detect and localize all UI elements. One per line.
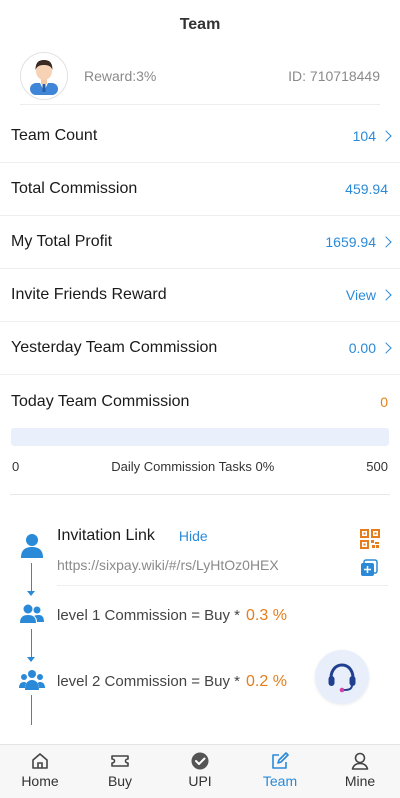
flow-line [31,563,32,591]
progress-labels: 0 Daily Commission Tasks 0% 500 [11,446,389,486]
invite-friends-reward-row[interactable]: Invite Friends Reward View [0,269,400,322]
page-title: Team [179,16,221,33]
tab-home[interactable]: Home [0,745,80,798]
invitation-section: Invitation Link Hide https://sixpay.wiki… [0,527,400,737]
row-label: Invite Friends Reward [11,286,167,303]
tab-mine[interactable]: Mine [320,745,400,798]
flow-arrow [27,657,35,662]
bottom-tab-bar: Home Buy UPI Team Mine [0,744,400,798]
level-2-commission: level 2 Commission = Buy * 0.2 % [57,673,287,691]
stats-list: Team Count 104 Total Commission 459.94 M… [0,110,400,428]
flow-line [31,629,32,657]
my-total-profit-row[interactable]: My Total Profit 1659.94 [0,216,400,269]
chevron-right-icon [380,130,392,142]
user-icon [20,533,44,564]
daily-task-progress: 0 Daily Commission Tasks 0% 500 [11,428,389,486]
flow-line [31,695,32,725]
profile-section: Reward:3% ID: 710718449 [20,50,380,105]
row-value: 0 [380,394,388,410]
progress-label: Daily Commission Tasks 0% [111,458,275,474]
progress-max: 500 [366,458,388,474]
row-label: Team Count [11,127,98,144]
avatar [20,52,68,100]
view-link[interactable]: View [346,287,376,303]
hide-button[interactable]: Hide [179,528,208,544]
total-profit-value: 1659.94 [325,234,376,250]
row-label: Yesterday Team Commission [11,339,218,356]
chevron-right-icon [380,289,392,301]
home-icon [30,751,50,771]
row-value: 459.94 [345,181,388,197]
tab-label: Team [262,773,298,789]
yesterday-team-commission-row[interactable]: Yesterday Team Commission 0.00 [0,322,400,375]
copy-link-icon[interactable] [360,559,378,582]
divider [57,585,388,586]
customer-support-button[interactable] [315,650,369,704]
row-label: My Total Profit [11,233,113,250]
level-2-text: level 2 Commission = Buy * [57,673,240,690]
row-value: 104 [352,128,392,144]
upi-check-icon [190,751,210,771]
invitation-header: Invitation Link Hide [57,527,208,545]
total-commission-value: 459.94 [345,181,388,197]
progress-bar [11,428,389,446]
tab-buy[interactable]: Buy [80,745,160,798]
row-value: View [346,287,392,303]
reward-rate: Reward:3% [84,68,157,84]
today-team-commission-row: Today Team Commission 0 [0,375,400,428]
team-count-value: 104 [352,128,376,144]
tab-label: Buy [107,773,133,789]
today-commission-value: 0 [380,393,388,410]
person-icon [350,751,370,771]
invitation-link[interactable]: https://sixpay.wiki/#/rs/LyHtOz0HEX [57,557,279,573]
row-value: 1659.94 [325,234,392,250]
group-icon [19,603,45,630]
chevron-right-icon [380,236,392,248]
level-2-percent: 0.2 % [246,673,287,690]
row-value: 0.00 [348,340,392,356]
tab-label: UPI [188,773,212,789]
level-1-commission: level 1 Commission = Buy * 0.3 % [57,607,287,625]
header: Team [0,0,400,50]
edit-icon [270,751,290,771]
progress-min: 0 [12,458,20,474]
invitation-title: Invitation Link [57,527,155,544]
yesterday-commission-value: 0.00 [348,340,376,356]
ticket-icon [110,751,130,771]
tab-team[interactable]: Team [240,745,320,798]
tab-label: Mine [344,773,376,789]
qr-code-icon[interactable] [360,529,380,554]
avatar-person-icon [30,60,58,95]
user-id: ID: 710718449 [288,68,380,84]
tab-upi[interactable]: UPI [160,745,240,798]
team-count-row[interactable]: Team Count 104 [0,110,400,163]
level-1-text: level 1 Commission = Buy * [57,607,240,624]
level-1-percent: 0.3 % [246,607,287,624]
total-commission-row: Total Commission 459.94 [0,163,400,216]
row-label: Today Team Commission [11,392,190,410]
group-icon [19,669,45,696]
tab-label: Home [21,773,59,789]
row-label: Total Commission [11,180,138,197]
headset-icon [328,663,356,693]
chevron-right-icon [380,342,392,354]
flow-arrow [27,591,35,596]
divider [10,494,390,495]
